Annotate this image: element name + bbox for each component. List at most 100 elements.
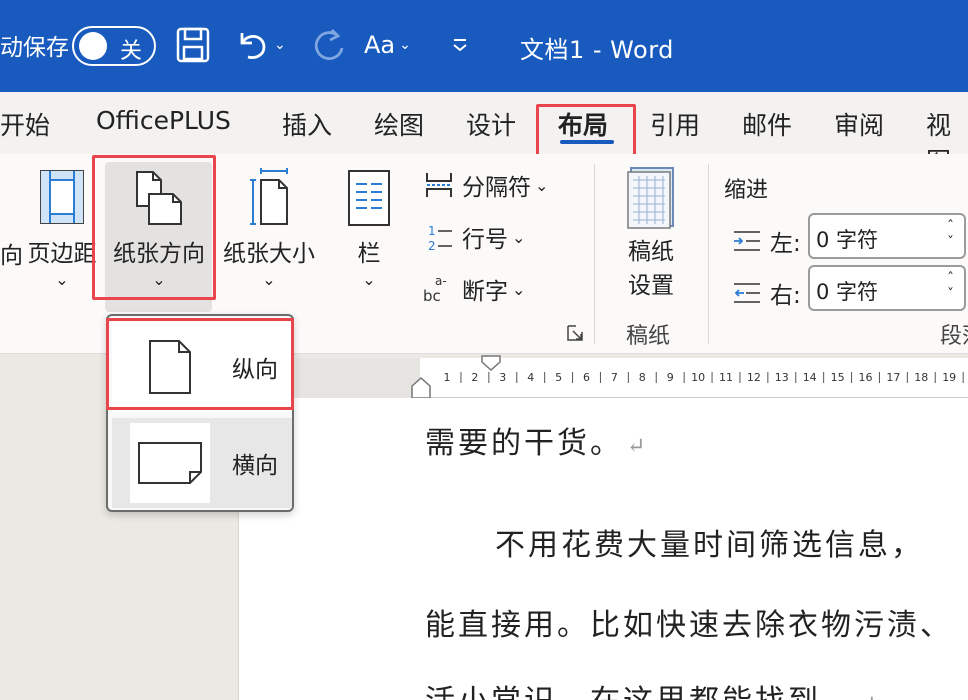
tab-mailings[interactable]: 邮件 [742, 106, 792, 142]
hyphenation-button[interactable]: a-bc 断字 ⌄ [422, 272, 525, 306]
group-separator [708, 164, 709, 344]
paragraph-mark-icon: ↵ [858, 692, 879, 700]
paragraph-group-label: 段落 [940, 324, 968, 349]
orientation-highlight [92, 155, 216, 300]
text-direction-button-partial[interactable]: 向 [0, 236, 23, 270]
hyphenation-label: 断字 [462, 279, 508, 305]
autosave-toggle[interactable]: 关 [72, 26, 156, 66]
indent-right-input[interactable]: 0 字符 ˆˇ [808, 265, 966, 311]
chevron-down-icon: ⌄ [399, 37, 411, 53]
line-numbers-label: 行号 [462, 227, 508, 253]
indent-marker-icon[interactable] [410, 376, 432, 400]
autosave-label: 动保存 [0, 35, 69, 61]
columns-button[interactable]: 栏 ⌄ [340, 168, 398, 289]
autosave-state: 关 [120, 39, 143, 64]
first-line-indent-marker-icon[interactable] [480, 354, 502, 372]
ruler-number: 14 [803, 371, 817, 384]
hyphenation-icon: a-bc [422, 274, 456, 305]
ruler-margin [296, 358, 420, 398]
ruler-number: 9 [667, 371, 674, 384]
title-bar: 动保存 关 ⌄ Aa ⌄ 文档1 - Word [0, 0, 968, 92]
breaks-button[interactable]: 分隔符 ⌄ [422, 168, 548, 202]
svg-text:2: 2 [428, 239, 436, 252]
spinner-arrows-icon[interactable]: ˆˇ [947, 219, 954, 251]
landscape-icon [130, 423, 210, 503]
svg-text:a-: a- [435, 274, 447, 288]
ruler-number: 19 [942, 371, 956, 384]
indent-right-row: 右: [730, 276, 801, 310]
margins-button[interactable]: 页边距 ⌄ [22, 168, 102, 289]
columns-icon [340, 168, 398, 230]
chevron-down-icon: ⌄ [362, 270, 376, 289]
manuscript-label-line2: 设置 [628, 273, 674, 299]
page-setup-launcher-icon[interactable] [566, 324, 586, 344]
ruler-number: 2 [471, 371, 478, 384]
save-icon[interactable] [176, 22, 210, 68]
font-format-label: Aa [364, 31, 396, 59]
landscape-label: 横向 [232, 453, 278, 479]
text-direction-label: 向 [0, 243, 23, 269]
size-button[interactable]: 纸张大小 ⌄ [220, 168, 318, 289]
line-numbers-button[interactable]: 12 行号 ⌄ [422, 220, 525, 254]
svg-text:bc: bc [423, 287, 441, 305]
breaks-label: 分隔符 [462, 175, 531, 201]
chevron-down-icon: ⌄ [55, 270, 69, 289]
tab-home[interactable]: 开始 [0, 106, 50, 142]
horizontal-ruler[interactable]: 1 2 3 4 5 6 7 8 9 10 11 12 13 14 15 16 17 18 19 [420, 358, 968, 398]
ruler-number: 6 [583, 371, 590, 384]
menu-item-landscape[interactable]: 横向 [112, 418, 292, 508]
chevron-down-icon: ⌄ [262, 270, 276, 289]
ruler-number: 5 [555, 371, 562, 384]
size-icon [220, 168, 318, 230]
tab-layout-highlight [536, 104, 636, 157]
group-separator [594, 164, 595, 344]
doc-line-4: 活小常识，在这里都能找到。 ↵ [425, 676, 879, 700]
ruler-number: 15 [831, 371, 845, 384]
tab-references[interactable]: 引用 [650, 106, 700, 142]
ruler-ticks: 1 2 3 4 5 6 7 8 9 10 11 12 13 14 15 16 17 18 19 [444, 371, 964, 384]
tab-design[interactable]: 设计 [466, 106, 516, 142]
ruler-number: 11 [719, 371, 733, 384]
size-label: 纸张大小 [223, 241, 315, 267]
undo-icon[interactable]: ⌄ [234, 22, 286, 68]
ruler-number: 17 [886, 371, 900, 384]
manuscript-settings-button[interactable]: 稿纸 设置 [612, 166, 690, 300]
tab-draw[interactable]: 绘图 [374, 106, 424, 142]
undo-chevron-icon[interactable]: ⌄ [274, 37, 286, 53]
spinner-arrows-icon[interactable]: ˆˇ [947, 271, 954, 303]
customize-toolbar-icon[interactable] [450, 22, 470, 68]
indent-right-icon [730, 278, 764, 308]
ruler-number: 3 [499, 371, 506, 384]
line-numbers-icon: 12 [422, 222, 456, 252]
indent-left-input[interactable]: 0 字符 ˆˇ [808, 213, 966, 259]
indent-right-value: 0 字符 [816, 280, 879, 304]
manuscript-group-label: 稿纸 [626, 324, 671, 349]
ruler-number: 10 [691, 371, 705, 384]
ruler-number: 8 [639, 371, 646, 384]
indent-left-label: 左: [770, 231, 801, 257]
font-format-button[interactable]: Aa ⌄ [364, 22, 411, 68]
doc-line-4-text: 活小常识，在这里都能找到。 [425, 684, 854, 700]
tab-insert[interactable]: 插入 [282, 106, 332, 142]
document-page[interactable]: 需要的干货。↵ 不用花费大量时间筛选信息， 能直接用。比如快速去除衣物污渍、 活… [238, 398, 968, 700]
doc-line-2: 不用花费大量时间筛选信息， [495, 528, 924, 563]
margins-icon [22, 168, 102, 230]
ruler-number: 4 [527, 371, 534, 384]
breaks-icon [422, 170, 456, 200]
ruler-number: 18 [914, 371, 928, 384]
indent-right-label: 右: [770, 283, 801, 309]
redo-icon[interactable] [310, 22, 348, 68]
tab-officeplus[interactable]: OfficePLUS [96, 106, 231, 135]
indent-title: 缩进 [724, 178, 769, 203]
paragraph-mark-icon: ↵ [627, 434, 649, 459]
chevron-down-icon: ⌄ [512, 279, 526, 299]
ruler-number: 12 [747, 371, 761, 384]
ruler-number: 1 [444, 371, 451, 384]
margins-label: 页边距 [27, 241, 97, 267]
tab-review[interactable]: 审阅 [834, 106, 884, 142]
indent-left-icon [730, 226, 764, 256]
columns-label: 栏 [357, 241, 381, 267]
indent-left-row: 左: [730, 224, 801, 258]
portrait-highlight [106, 318, 294, 410]
indent-left-value: 0 字符 [816, 228, 879, 252]
